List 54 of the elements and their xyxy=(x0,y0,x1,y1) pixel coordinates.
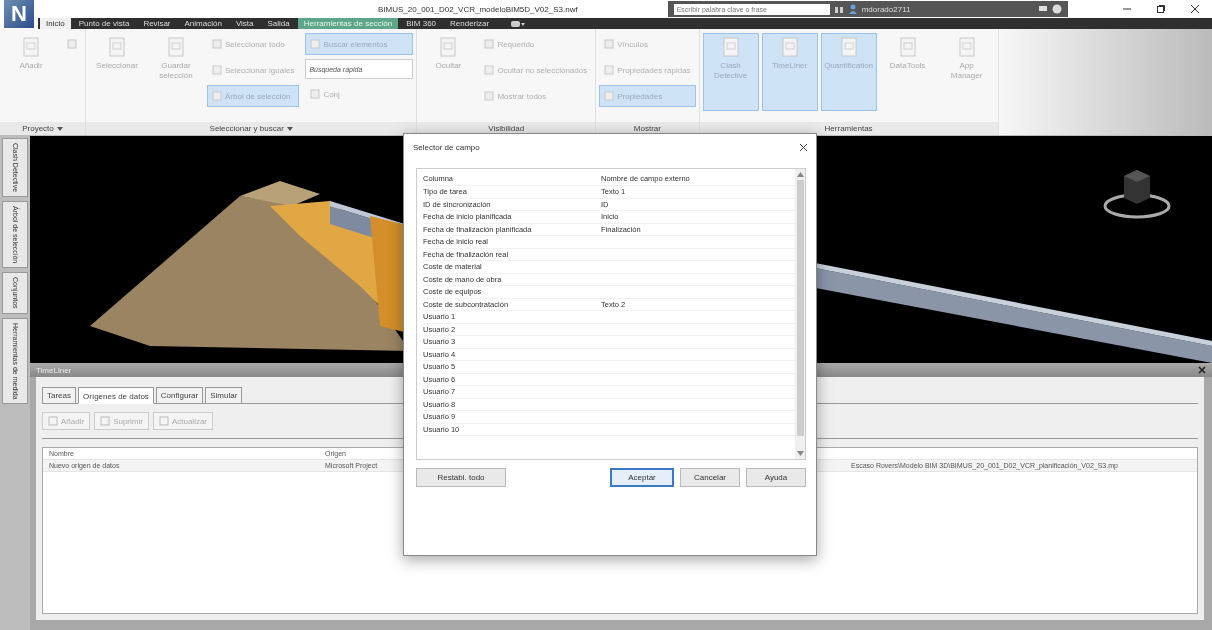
square-icon xyxy=(67,39,77,49)
square-icon xyxy=(484,65,495,75)
square-icon xyxy=(484,91,495,101)
square-icon xyxy=(310,39,321,49)
caret-icon[interactable] xyxy=(56,126,63,131)
dialog-button[interactable]: Aceptar xyxy=(610,468,674,487)
user-icon xyxy=(847,4,858,14)
square-icon xyxy=(484,39,495,49)
ribbon-group-label[interactable]: Herramientas xyxy=(824,122,873,135)
panel-tab[interactable]: Tareas xyxy=(42,387,76,404)
scrollbar[interactable] xyxy=(795,169,805,459)
up-arrow-icon[interactable] xyxy=(796,172,804,177)
ribbon-tab[interactable]: BIM 360 xyxy=(400,18,443,29)
square-icon xyxy=(212,91,222,101)
ribbon-tab[interactable]: Renderizar xyxy=(444,18,496,29)
panel-tab[interactable]: Configurar xyxy=(155,387,204,404)
document-icon xyxy=(165,36,187,58)
document-icon xyxy=(106,36,128,58)
caret-icon[interactable] xyxy=(286,126,293,131)
down-arrow-icon[interactable] xyxy=(796,451,804,456)
ribbon-tab[interactable]: Animación xyxy=(178,18,228,29)
square-icon xyxy=(158,416,169,426)
window-title: BIMUS_20_001_D02_VCR_modeloBIM5D_V02_S3.nwf xyxy=(378,4,578,14)
dialog-title: Selector de campo xyxy=(413,142,480,152)
restore-icon[interactable] xyxy=(1156,4,1166,14)
dialog-button[interactable]: Ayuda xyxy=(746,468,806,487)
document-icon xyxy=(20,36,42,58)
panel-tab[interactable]: Simular xyxy=(205,387,243,404)
close-icon[interactable] xyxy=(1198,366,1206,374)
ribbon-tab[interactable]: Punto de vista xyxy=(72,18,136,29)
square-icon xyxy=(310,89,321,99)
square-icon xyxy=(604,91,615,101)
panel-tab[interactable]: Orígenes de datos xyxy=(78,387,154,404)
ribbon-tab[interactable]: Salida xyxy=(261,18,296,29)
ribbon-tab[interactable]: Vista xyxy=(229,18,260,29)
square-icon xyxy=(604,39,615,49)
binoculars-icon[interactable] xyxy=(833,4,844,14)
square-icon xyxy=(212,65,222,75)
square-icon xyxy=(212,39,222,49)
square-icon xyxy=(604,65,615,75)
square-icon xyxy=(48,416,58,426)
ribbon-tab[interactable]: Inicio xyxy=(40,18,71,29)
app-logo[interactable]: N xyxy=(4,0,34,28)
help-icon[interactable] xyxy=(1051,4,1062,14)
close-icon[interactable] xyxy=(799,142,808,152)
ribbon-tab[interactable]: Revisar xyxy=(137,18,177,29)
toggle-icon[interactable] xyxy=(511,19,526,28)
dialog-button[interactable]: Restabl. todo xyxy=(416,468,506,487)
cart-icon[interactable] xyxy=(1037,4,1048,14)
dialog-button[interactable]: Cancelar xyxy=(680,468,740,487)
close-icon[interactable] xyxy=(1190,4,1200,14)
panel-title: TimeLiner xyxy=(36,365,72,375)
user-name[interactable]: mdorado2711 xyxy=(861,4,911,14)
square-icon xyxy=(100,416,111,426)
